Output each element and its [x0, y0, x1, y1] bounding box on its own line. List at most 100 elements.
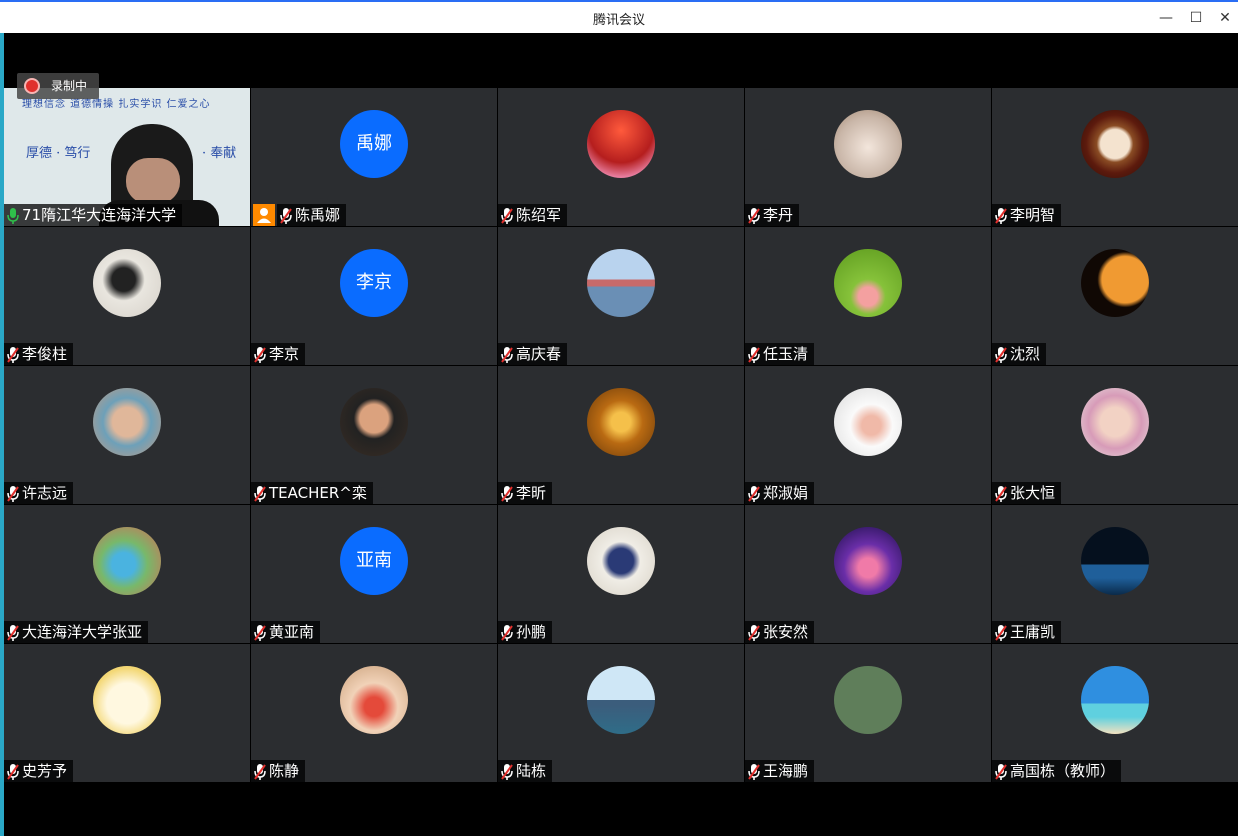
participant-name: 张大恒	[1010, 484, 1056, 502]
participant-name: 李昕	[516, 484, 547, 502]
participant-tile[interactable]: 王庸凯	[992, 505, 1238, 643]
participant-avatar	[587, 110, 655, 178]
participant-name: 史芳予	[22, 762, 68, 780]
participant-name: 大连海洋大学张亚	[22, 623, 143, 641]
recording-label: 录制中	[51, 79, 88, 93]
participant-nameplate: 李昕	[498, 482, 553, 504]
participant-tile[interactable]: 李京 李京	[251, 227, 497, 365]
participant-nameplate: 71隋江华大连海洋大学	[4, 204, 183, 226]
participant-avatar	[834, 666, 902, 734]
participant-avatar	[834, 388, 902, 456]
record-icon	[26, 80, 38, 92]
mic-muted-icon	[995, 763, 1007, 780]
participant-tile[interactable]: 理想信念 道德情操 扎实学识 仁爱之心 厚德 · 笃行 · 奉献 71隋江华大连海洋大…	[4, 88, 250, 226]
participant-tile[interactable]: 亚南 黄亚南	[251, 505, 497, 643]
mic-muted-icon	[254, 346, 266, 363]
participant-name: 许志远	[22, 484, 68, 502]
participant-tile[interactable]: 大连海洋大学张亚	[4, 505, 250, 643]
participant-name: 高国栋（教师）	[1010, 762, 1116, 780]
participant-avatar	[1081, 249, 1149, 317]
participant-tile[interactable]: 张安然	[745, 505, 991, 643]
participant-avatar	[93, 666, 161, 734]
mic-muted-icon	[501, 346, 513, 363]
participant-name: 陈绍军	[516, 206, 562, 224]
maximize-button[interactable]: ☐	[1185, 7, 1207, 29]
mic-muted-icon	[7, 485, 19, 502]
participant-avatar	[93, 388, 161, 456]
host-user-icon	[253, 204, 275, 226]
participant-nameplate: 张安然	[745, 621, 815, 643]
mic-muted-icon	[254, 624, 266, 641]
participant-avatar	[93, 527, 161, 595]
participant-nameplate: 陆栋	[498, 760, 553, 782]
participant-tile[interactable]: TEACHER^栾	[251, 366, 497, 504]
participant-tile[interactable]: 张大恒	[992, 366, 1238, 504]
participant-avatar	[1081, 666, 1149, 734]
video-slogan-right: · 奉献	[202, 146, 237, 161]
participant-tile[interactable]: 史芳予	[4, 644, 250, 782]
participant-name: 郑淑娟	[763, 484, 809, 502]
participant-nameplate: 陈静	[251, 760, 306, 782]
participant-avatar	[340, 666, 408, 734]
participant-name: 任玉清	[763, 345, 809, 363]
participant-avatar	[834, 527, 902, 595]
mic-muted-icon	[501, 207, 513, 224]
mic-muted-icon	[254, 763, 266, 780]
participant-nameplate: 孙鹏	[498, 621, 553, 643]
participant-nameplate: TEACHER^栾	[251, 482, 373, 504]
participant-tile[interactable]: 王海鹏	[745, 644, 991, 782]
participant-nameplate: 王海鹏	[745, 760, 815, 782]
mic-muted-icon	[748, 485, 760, 502]
participant-name: 沈烈	[1010, 345, 1041, 363]
participant-tile[interactable]: 陈静	[251, 644, 497, 782]
mic-muted-icon	[280, 207, 292, 224]
participant-avatar	[1081, 388, 1149, 456]
participant-tile[interactable]: 李明智	[992, 88, 1238, 226]
participant-nameplate: 郑淑娟	[745, 482, 815, 504]
participant-avatar	[340, 388, 408, 456]
participant-name: 71隋江华大连海洋大学	[22, 206, 177, 224]
mic-on-icon	[7, 207, 19, 224]
participant-name: 陈禹娜	[295, 206, 341, 224]
participant-nameplate: 李俊柱	[4, 343, 74, 365]
participant-tile[interactable]: 许志远	[4, 366, 250, 504]
participant-name: 李京	[269, 345, 300, 363]
participant-avatar	[93, 249, 161, 317]
participant-nameplate: 任玉清	[745, 343, 815, 365]
mic-muted-icon	[7, 346, 19, 363]
participant-tile[interactable]: 李丹	[745, 88, 991, 226]
participant-tile[interactable]: 李俊柱	[4, 227, 250, 365]
title-bar: 腾讯会议 — ☐ ✕	[0, 0, 1238, 33]
participant-tile[interactable]: 陈绍军	[498, 88, 744, 226]
participant-tile[interactable]: 沈烈	[992, 227, 1238, 365]
participant-tile[interactable]: 孙鹏	[498, 505, 744, 643]
participant-avatar	[834, 110, 902, 178]
user-icon	[257, 208, 271, 223]
participant-name: 高庆春	[516, 345, 562, 363]
participant-name: 陈静	[269, 762, 300, 780]
participant-name: 孙鹏	[516, 623, 547, 641]
participant-name: 李丹	[763, 206, 794, 224]
participant-tile[interactable]: 郑淑娟	[745, 366, 991, 504]
participant-grid: 理想信念 道德情操 扎实学识 仁爱之心 厚德 · 笃行 · 奉献 71隋江华大连海洋大…	[4, 88, 1238, 782]
participant-nameplate: 史芳予	[4, 760, 74, 782]
participant-avatar	[834, 249, 902, 317]
participant-tile[interactable]: 陆栋	[498, 644, 744, 782]
participant-name: 陆栋	[516, 762, 547, 780]
close-button[interactable]: ✕	[1214, 7, 1236, 29]
participant-tile[interactable]: 任玉清	[745, 227, 991, 365]
participant-avatar	[587, 527, 655, 595]
participant-name: 李明智	[1010, 206, 1056, 224]
participant-nameplate: 陈绍军	[498, 204, 568, 226]
participant-avatar	[587, 666, 655, 734]
participant-tile[interactable]: 禹娜 陈禹娜	[251, 88, 497, 226]
mic-muted-icon	[7, 624, 19, 641]
participant-tile[interactable]: 李昕	[498, 366, 744, 504]
participant-avatar	[587, 388, 655, 456]
participant-tile[interactable]: 高庆春	[498, 227, 744, 365]
participant-nameplate: 黄亚南	[251, 621, 321, 643]
minimize-button[interactable]: —	[1155, 7, 1177, 29]
participant-avatar	[587, 249, 655, 317]
mic-muted-icon	[748, 624, 760, 641]
participant-tile[interactable]: 高国栋（教师）	[992, 644, 1238, 782]
